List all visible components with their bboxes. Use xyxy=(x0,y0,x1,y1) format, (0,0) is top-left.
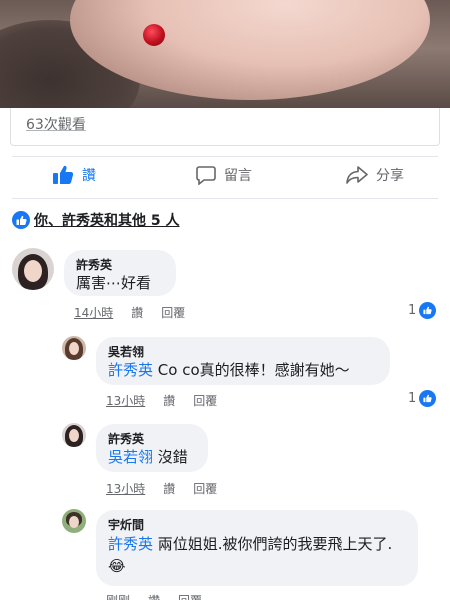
share-button[interactable]: 分享 xyxy=(346,165,404,185)
like-reaction-icon xyxy=(12,211,30,229)
share-icon xyxy=(346,166,368,184)
comment-text: 厲害⋯好看 xyxy=(76,274,152,292)
reactions-summary[interactable]: 你、許秀英和其他 5 人 xyxy=(12,210,180,230)
comment-bubble: 許秀英 厲害⋯好看 xyxy=(64,250,176,296)
comment-meta: 13小時 讚 回覆 xyxy=(106,392,235,409)
comment-like-count[interactable]: 1 xyxy=(408,302,437,319)
reply-bubble: 吳若翎 許秀英 Co co真的很棒！感謝有她～ xyxy=(96,337,390,385)
comment-reply-link[interactable]: 回覆 xyxy=(193,480,217,497)
avatar[interactable] xyxy=(62,423,86,447)
comment-like-link[interactable]: 讚 xyxy=(131,304,143,321)
share-label: 分享 xyxy=(376,168,404,184)
comment-reply-link[interactable]: 回覆 xyxy=(193,392,217,409)
comment-like-link[interactable]: 讚 xyxy=(148,592,160,600)
comment-time[interactable]: 13小時 xyxy=(106,480,145,497)
comment-button[interactable]: 留言 xyxy=(196,165,252,185)
like-count-number: 1 xyxy=(408,391,417,406)
comment-meta: 13小時 讚 回覆 xyxy=(106,480,235,497)
avatar[interactable] xyxy=(62,509,86,533)
comment-meta: 14小時 讚 回覆 xyxy=(74,304,203,321)
comment-like-count[interactable]: 1 xyxy=(408,390,437,407)
comment-meta: 剛剛 讚 回覆 xyxy=(106,592,220,600)
like-label: 讚 xyxy=(82,168,96,184)
comment-time[interactable]: 14小時 xyxy=(74,304,113,321)
red-earring xyxy=(143,24,165,46)
comment-author[interactable]: 許秀英 xyxy=(76,257,164,273)
comment-icon xyxy=(196,166,216,185)
comment-author[interactable]: 許秀英 xyxy=(108,431,196,447)
like-count-number: 1 xyxy=(408,303,417,318)
video-thumbnail[interactable] xyxy=(0,0,450,108)
reply-text: 沒錯 xyxy=(153,448,188,466)
comment-text: 許秀英 Co co真的很棒！感謝有她～ xyxy=(108,360,378,380)
mention-link[interactable]: 許秀英 xyxy=(108,535,153,553)
comment-text: 許秀英 兩位姐姐.被你們誇的我要飛上天了.😂 xyxy=(108,533,406,577)
comment-time[interactable]: 13小時 xyxy=(106,392,145,409)
reply-bubble: 宇炘間 許秀英 兩位姐姐.被你們誇的我要飛上天了.😂 xyxy=(96,510,418,586)
comment-reply-link[interactable]: 回覆 xyxy=(178,592,202,600)
like-count-icon xyxy=(419,302,437,319)
reply-bubble: 許秀英 吳若翎 沒錯 xyxy=(96,424,208,472)
comment-like-link[interactable]: 讚 xyxy=(163,480,175,497)
avatar[interactable] xyxy=(62,336,86,360)
reactions-text: 你、許秀英和其他 5 人 xyxy=(34,213,180,229)
comment-reply-link[interactable]: 回覆 xyxy=(161,304,185,321)
comment-author[interactable]: 宇炘間 xyxy=(108,517,406,533)
view-count[interactable]: 63次觀看 xyxy=(26,114,86,134)
comment-time[interactable]: 剛剛 xyxy=(106,592,130,600)
mention-link[interactable]: 吳若翎 xyxy=(108,448,153,466)
avatar[interactable] xyxy=(12,248,54,290)
like-button[interactable]: 讚 xyxy=(52,165,96,185)
comment-like-link[interactable]: 讚 xyxy=(163,392,175,409)
comment-label: 留言 xyxy=(224,168,252,184)
divider xyxy=(12,198,438,199)
post-actions: 讚 留言 分享 xyxy=(0,157,450,197)
comment-text: 吳若翎 沒錯 xyxy=(108,447,196,467)
thumbs-up-icon xyxy=(53,165,74,184)
comment-author[interactable]: 吳若翎 xyxy=(108,344,378,360)
reply-text: Co co真的很棒！感謝有她～ xyxy=(153,361,350,379)
like-count-icon xyxy=(419,390,437,407)
mention-link[interactable]: 許秀英 xyxy=(108,361,153,379)
views-card: 63次觀看 xyxy=(10,108,440,146)
